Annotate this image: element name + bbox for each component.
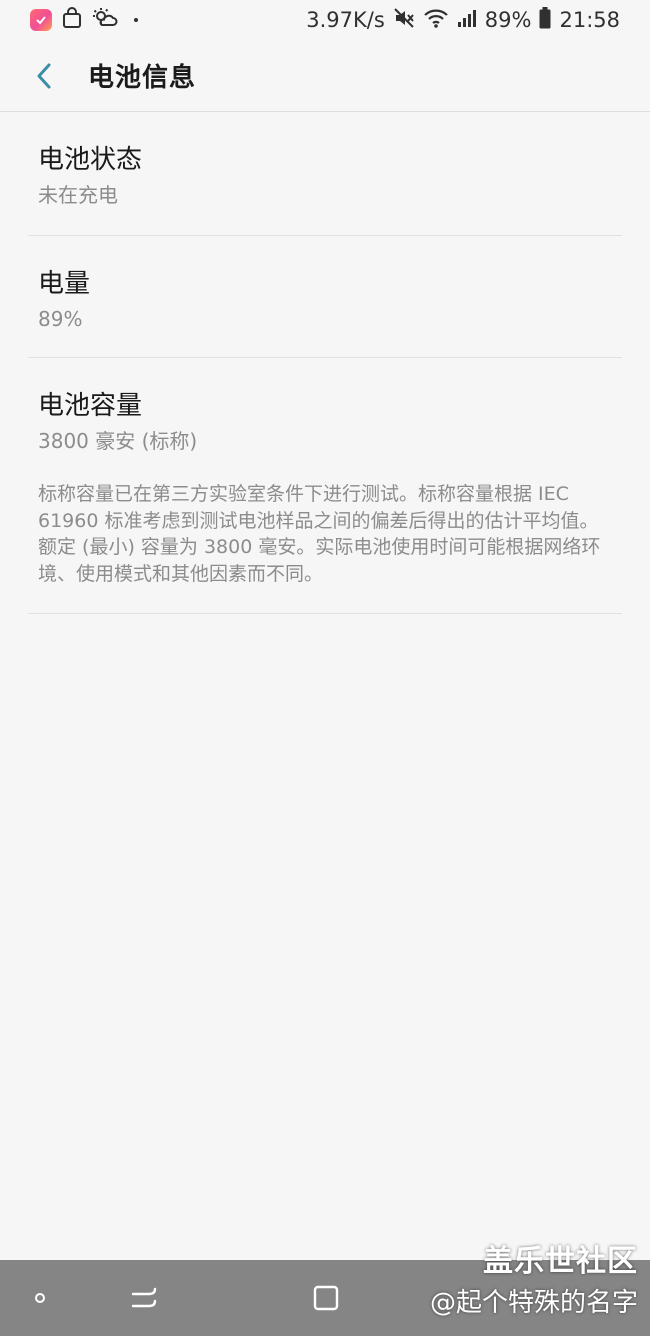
battery-info-list: 电池状态 未在充电 电量 89% 电池容量 3800 豪安 (标称) 标称容量已… [28,113,622,614]
battery-capacity-title: 电池容量 [38,391,143,421]
back-icon [131,1287,157,1308]
battery-level-title: 电量 [38,269,91,299]
battery-capacity-description: 标称容量已在第三方实验室条件下进行测试。标称容量根据 IEC 61960 标准考… [38,483,601,585]
status-bar-left [30,6,138,34]
battery-icon [539,6,551,34]
recent-apps-icon [35,1293,45,1303]
back-button[interactable] [24,56,64,96]
battery-status-value: 未在充电 [38,183,118,207]
status-bar: 3.97K/s 89% 21:58 [0,0,650,40]
battery-level-item[interactable]: 电量 89% [28,236,622,358]
status-bar-right: 3.97K/s 89% 21:58 [306,6,620,34]
battery-capacity-item[interactable]: 电池容量 3800 豪安 (标称) 标称容量已在第三方实验室条件下进行测试。标称… [28,358,622,614]
app-badge-icon [30,9,52,31]
signal-icon [457,8,477,33]
chevron-left-icon [37,63,51,88]
battery-level-value: 89% [38,307,83,331]
nav-back-button[interactable] [122,1278,166,1318]
clock: 21:58 [559,8,620,32]
wifi-icon [423,7,449,34]
battery-status-item[interactable]: 电池状态 未在充电 [28,113,622,236]
weather-icon [92,7,118,34]
page-title: 电池信息 [88,63,197,93]
mute-icon [393,7,415,34]
notification-dot-icon [134,18,138,22]
battery-capacity-value: 3800 豪安 (标称) [38,429,198,453]
shopping-bag-icon [62,6,82,34]
app-bar: 电池信息 [0,40,650,112]
watermark-brand: 盖乐世社区 [483,1244,638,1279]
watermark-user: @起个特殊的名字 [429,1288,638,1318]
home-icon [313,1285,339,1311]
battery-percent: 89% [484,8,532,32]
home-button[interactable] [304,1278,348,1318]
recent-apps-button[interactable] [20,1278,60,1318]
battery-status-title: 电池状态 [38,145,143,175]
network-speed: 3.97K/s [306,8,385,32]
